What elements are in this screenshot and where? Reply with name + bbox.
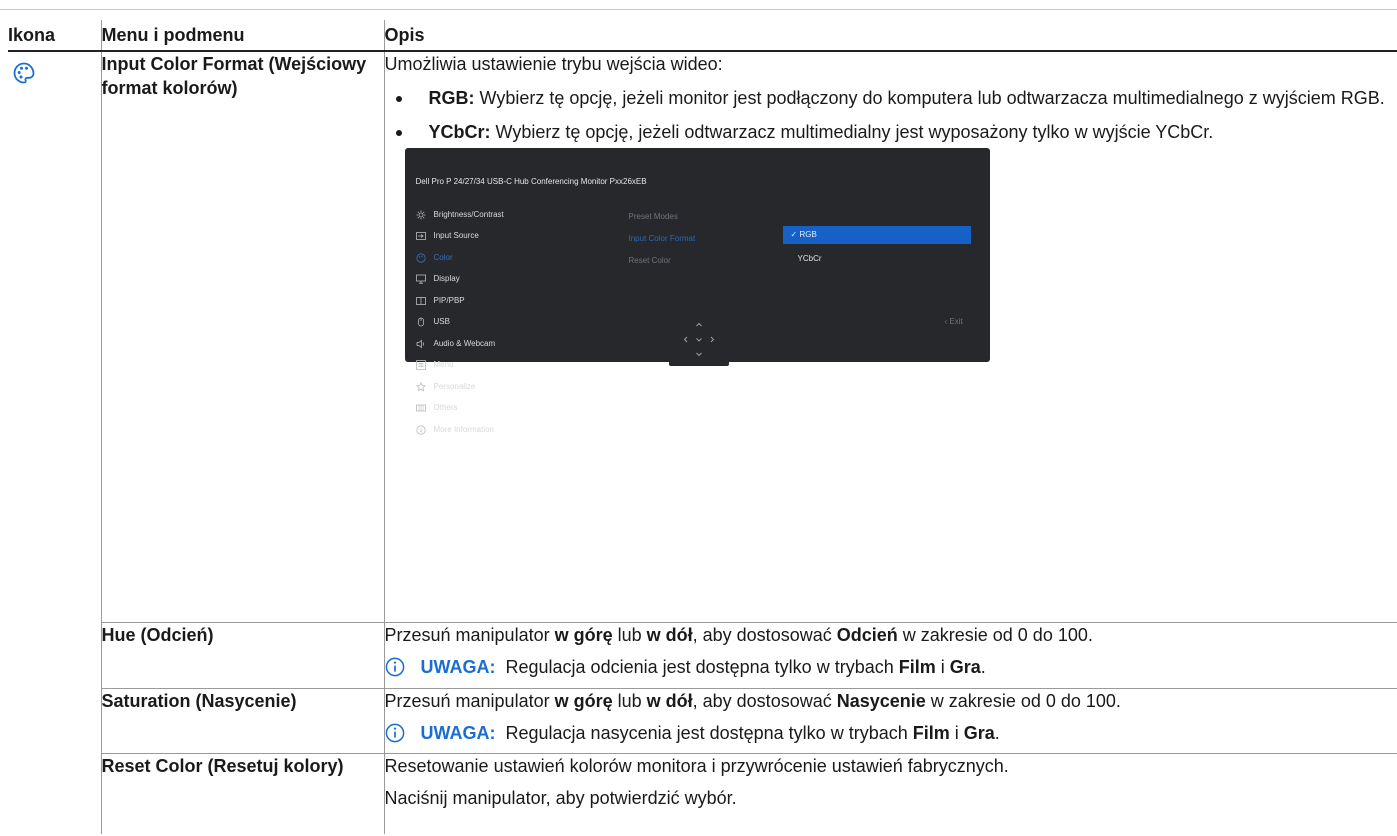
osd-menu-item: More Information: [415, 419, 504, 441]
desc-hue: Przesuń manipulator w górę lub w dół, ab…: [383, 622, 1397, 689]
osd-menu-label: Color: [433, 252, 453, 262]
osd-screenshot: Dell Pro P 24/27/34 USB-C Hub Conferenci…: [404, 148, 990, 435]
osd-menu-label: Audio & Webcam: [433, 338, 496, 348]
table-row: Reset Color (Resetuj kolory) Resetowanie…: [8, 753, 1397, 834]
bullet-text: Wybierz tę opcję, jeżeli monitor jest po…: [474, 88, 1385, 108]
osd-menu-item: Input Source: [415, 226, 504, 248]
osd-menu-item: Brightness/Contrast: [416, 204, 504, 226]
osd-menu-item-selected: Color: [415, 247, 504, 269]
desc-line: Przesuń manipulator w górę lub w dół, ab…: [384, 691, 1121, 711]
osd-option-label: RGB: [799, 230, 817, 239]
list-item: RGB: Wybierz tę opcję, jeżeli monitor je…: [385, 86, 1397, 110]
osd-submenu-item: Reset Color: [628, 256, 671, 265]
others-icon: [415, 404, 426, 412]
osd-menu-label: Personalize: [433, 381, 476, 391]
input-icon: [415, 232, 426, 241]
note-label: UWAGA:: [420, 657, 496, 677]
palette-icon: [415, 253, 426, 263]
desc-intro: Umożliwia ustawienie trybu wejścia wideo…: [384, 54, 723, 74]
sun-icon: [416, 210, 425, 220]
desc-line: Przesuń manipulator w górę lub w dół, ab…: [384, 625, 1093, 645]
table-row: Saturation (Nasycenie) Przesuń manipulat…: [8, 688, 1397, 754]
osd-menu-item: Others: [415, 398, 504, 420]
osd-menu-label: More Information: [433, 424, 494, 434]
top-rule: [0, 9, 1397, 10]
bullet-term: RGB:: [428, 88, 475, 108]
table-row: Input Color Format (Wejściowy format kol…: [8, 50, 1397, 834]
osd-submenu-item-active: Input Color Format: [628, 234, 696, 243]
osd-menu-label: Brightness/Contrast: [433, 209, 504, 219]
menu-icon: [415, 360, 426, 371]
osd-exit: ‹ Exit: [945, 310, 963, 334]
osd-menu-label: Others: [433, 403, 458, 413]
osd-option-ycbcr: YCbCr: [797, 254, 822, 263]
note-label: UWAGA:: [420, 723, 496, 743]
osd-menu-item: Personalize: [415, 376, 504, 398]
osd-menu-label: Menu: [433, 360, 454, 370]
pip-icon: [415, 296, 426, 305]
monitor-icon: [415, 274, 426, 284]
osd-title: Dell Pro P 24/27/34 USB-C Hub Conferenci…: [415, 177, 647, 186]
osd-menu-item: Menu: [415, 355, 504, 377]
header-menu: Menu i podmenu: [100, 20, 384, 52]
info-icon: [385, 723, 404, 743]
color-menu-table: Ikona Menu i podmenu Opis Input Color Fo…: [8, 20, 1397, 834]
icon-cell: [8, 51, 102, 834]
osd-menu-label: Input Source: [433, 231, 479, 241]
osd-menu-item: USB: [416, 312, 504, 334]
header-desc: Opis: [383, 20, 1397, 52]
joystick-arrows-icon: [683, 322, 714, 357]
osd-menu-label: PIP/PBP: [433, 295, 465, 305]
desc-reset-color: Resetowanie ustawień kolorów monitora i …: [383, 753, 1397, 834]
bullet-text: Wybierz tę opcję, jeżeli odtwarzacz mult…: [490, 122, 1214, 142]
menu-reset-color: Reset Color (Resetuj kolory): [100, 753, 385, 834]
menu-input-color-format: Input Color Format (Wejściowy format kol…: [100, 50, 385, 623]
osd-menu-label: Display: [433, 274, 460, 284]
osd-menu-label: USB: [433, 317, 450, 327]
note: UWAGA: Regulacja nasycenia jest dostępna…: [385, 721, 1397, 745]
star-icon: [415, 381, 426, 392]
osd-submenu: Preset Modes Input Color Format Reset Co…: [629, 206, 696, 272]
osd-option-rgb-selected: ✓ RGB: [782, 226, 971, 244]
color-palette-icon: [13, 62, 35, 84]
desc-line: Naciśnij manipulator, aby potwierdzić wy…: [384, 788, 737, 808]
menu-hue: Hue (Odcień): [100, 622, 385, 689]
menu-saturation: Saturation (Nasycenie): [100, 688, 385, 754]
bullet-term: YCbCr:: [428, 122, 491, 142]
osd-main-menu: Brightness/Contrast Input Source Color D…: [415, 204, 504, 441]
list-item: YCbCr: Wybierz tę opcję, jeżeli odtwarza…: [385, 120, 1397, 144]
osd-menu-item: Audio & Webcam: [416, 333, 504, 355]
note: UWAGA: Regulacja odcienia jest dostępna …: [385, 655, 1397, 679]
osd-submenu-item: Preset Modes: [628, 212, 678, 221]
info-icon: [385, 657, 404, 677]
desc-saturation: Przesuń manipulator w górę lub w dół, ab…: [383, 688, 1397, 754]
header-icon: Ikona: [8, 20, 101, 52]
table-row: Hue (Odcień) Przesuń manipulator w górę …: [8, 622, 1397, 689]
desc-line: Resetowanie ustawień kolorów monitora i …: [384, 756, 1009, 776]
info-icon: [415, 425, 426, 435]
table-header: Ikona Menu i podmenu Opis: [8, 20, 1397, 52]
desc-input-color-format: Umożliwia ustawienie trybu wejścia wideo…: [383, 50, 1397, 623]
osd-menu-item: PIP/PBP: [415, 290, 504, 312]
mouse-icon: [417, 317, 424, 327]
osd-menu-item: Display: [415, 269, 504, 291]
speaker-icon: [416, 339, 424, 349]
osd-exit-label: Exit: [949, 317, 963, 326]
joystick-indicator: [668, 313, 729, 366]
